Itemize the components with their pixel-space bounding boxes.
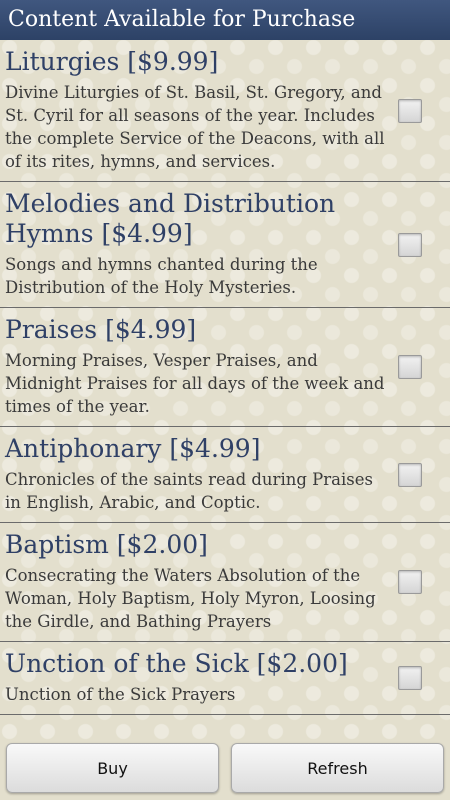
list-item-baptism[interactable]: Baptism [$2.00] Consecrating the Waters … <box>0 523 450 642</box>
list-item-praises[interactable]: Praises [$4.99] Morning Praises, Vesper … <box>0 308 450 427</box>
list-item-antiphonary[interactable]: Antiphonary [$4.99] Chronicles of the sa… <box>0 427 450 523</box>
refresh-button[interactable]: Refresh <box>231 743 444 793</box>
list-item-liturgies[interactable]: Liturgies [$9.99] Divine Liturgies of St… <box>0 40 450 182</box>
list-item-unction[interactable]: Unction of the Sick [$2.00] Unction of t… <box>0 642 450 715</box>
purchase-checkbox[interactable] <box>398 462 422 487</box>
item-title: Antiphonary [$4.99] <box>5 434 261 463</box>
item-title: Melodies and Distribution Hymns [$4.99] <box>5 189 336 248</box>
item-title: Praises [$4.99] <box>5 315 197 344</box>
item-description: Consecrating the Waters Absolution of th… <box>5 566 376 631</box>
button-bar: Buy Refresh <box>0 740 450 800</box>
item-description: Songs and hymns chanted during the Distr… <box>5 255 318 297</box>
item-description: Chronicles of the saints read during Pra… <box>5 470 373 512</box>
content-list: Liturgies [$9.99] Divine Liturgies of St… <box>0 40 450 740</box>
item-title: Unction of the Sick [$2.00] <box>5 649 348 678</box>
item-title: Baptism [$2.00] <box>5 530 208 559</box>
purchase-checkbox[interactable] <box>398 570 422 594</box>
page-title: Content Available for Purchase <box>0 0 450 40</box>
purchase-checkbox[interactable] <box>398 98 422 123</box>
list-item-melodies[interactable]: Melodies and Distribution Hymns [$4.99] … <box>0 182 450 308</box>
item-title: Liturgies [$9.99] <box>5 47 219 76</box>
purchase-checkbox[interactable] <box>398 666 422 690</box>
purchase-checkbox[interactable] <box>398 355 422 379</box>
item-description: Divine Liturgies of St. Basil, St. Grego… <box>5 83 385 171</box>
purchase-checkbox[interactable] <box>398 232 422 257</box>
buy-button[interactable]: Buy <box>6 743 219 793</box>
item-description: Unction of the Sick Prayers <box>5 685 236 704</box>
item-description: Morning Praises, Vesper Praises, and Mid… <box>5 351 385 416</box>
